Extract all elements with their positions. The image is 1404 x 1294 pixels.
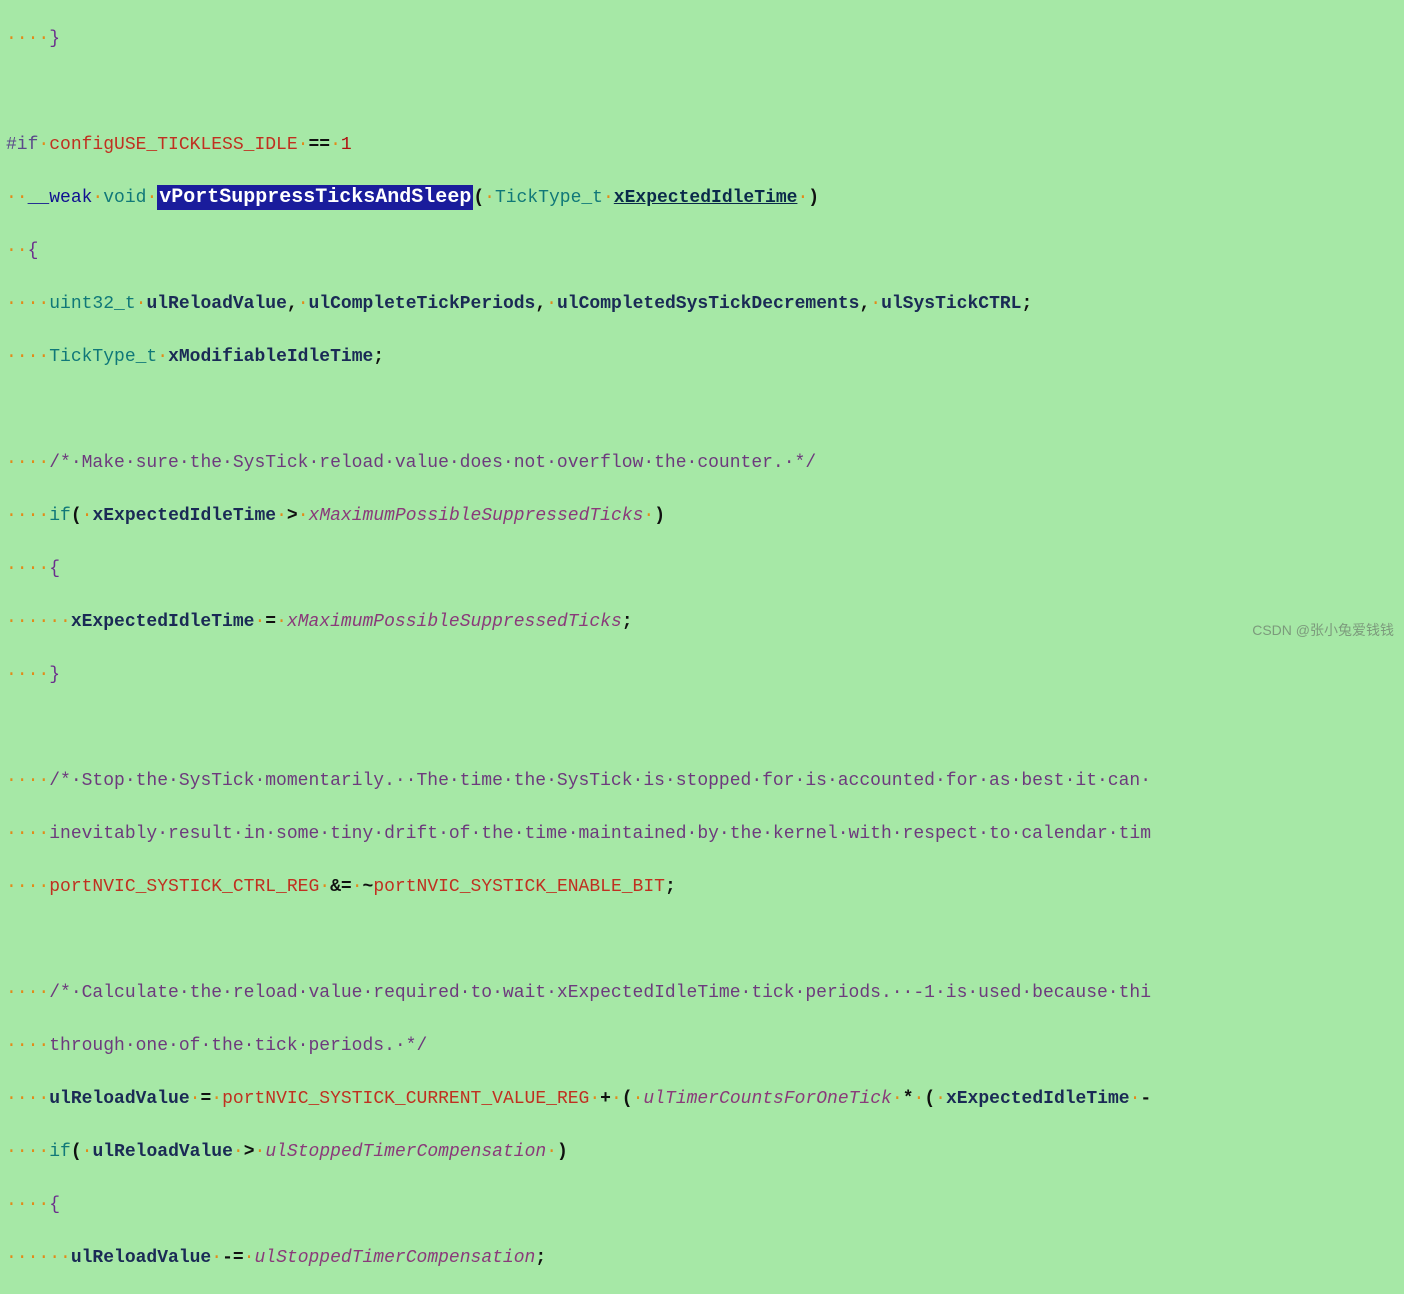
macro: configUSE_TICKLESS_IDLE: [49, 135, 297, 155]
code-line: ····if(·xExpectedIdleTime·>·xMaximumPoss…: [0, 503, 1404, 530]
code-line: ····{: [0, 556, 1404, 583]
code-line: ····}: [0, 26, 1404, 53]
code-line: ··{: [0, 238, 1404, 265]
brace: }: [49, 29, 60, 49]
code-line: ····portNVIC_SYSTICK_CTRL_REG·&=·~portNV…: [0, 874, 1404, 901]
code-line: [0, 397, 1404, 424]
code-line: ····/*·Stop·the·SysTick·momentarily.··Th…: [0, 768, 1404, 795]
keyword: void: [103, 188, 146, 208]
code-line: ····{: [0, 1192, 1404, 1219]
code-line: ····through·one·of·the·tick·periods.·*/: [0, 1033, 1404, 1060]
code-line: [0, 79, 1404, 106]
code-line: ··__weak·void·vPortSuppressTicksAndSleep…: [0, 185, 1404, 212]
preprocessor: #if: [6, 135, 38, 155]
code-line: ····/*·Calculate·the·reload·value·requir…: [0, 980, 1404, 1007]
code-line: [0, 715, 1404, 742]
code-line: ····inevitably·result·in·some·tiny·drift…: [0, 821, 1404, 848]
code-line: ····ulReloadValue·=·portNVIC_SYSTICK_CUR…: [0, 1086, 1404, 1113]
comment: /*·Make·sure·the·SysTick·reload·value·do…: [49, 453, 816, 473]
whitespace: ····: [6, 29, 49, 49]
code-line: ····/*·Make·sure·the·SysTick·reload·valu…: [0, 450, 1404, 477]
variable: xMaximumPossibleSuppressedTicks: [309, 506, 644, 526]
code-line: ····}: [0, 662, 1404, 689]
type: TickType_t: [495, 188, 603, 208]
type: uint32_t: [49, 294, 135, 314]
code-line: #if·configUSE_TICKLESS_IDLE·==·1: [0, 132, 1404, 159]
variable: ulReloadValue: [146, 294, 286, 314]
code-block: ····} #if·configUSE_TICKLESS_IDLE·==·1 ·…: [0, 0, 1404, 1294]
parameter: xExpectedIdleTime: [614, 188, 798, 208]
code-line: [0, 927, 1404, 954]
keyword: __weak: [28, 188, 93, 208]
code-line: ····TickType_t·xModifiableIdleTime;: [0, 344, 1404, 371]
code-line: ······xExpectedIdleTime·=·xMaximumPossib…: [0, 609, 1404, 636]
code-line: ····uint32_t·ulReloadValue,·ulCompleteTi…: [0, 291, 1404, 318]
register: portNVIC_SYSTICK_CTRL_REG: [49, 877, 319, 897]
watermark: CSDN @张小兔爱钱钱: [1252, 617, 1394, 643]
function-name-highlighted: vPortSuppressTicksAndSleep: [157, 185, 473, 210]
code-line: ····if(·ulReloadValue·>·ulStoppedTimerCo…: [0, 1139, 1404, 1166]
code-line: ······ulReloadValue·-=·ulStoppedTimerCom…: [0, 1245, 1404, 1272]
